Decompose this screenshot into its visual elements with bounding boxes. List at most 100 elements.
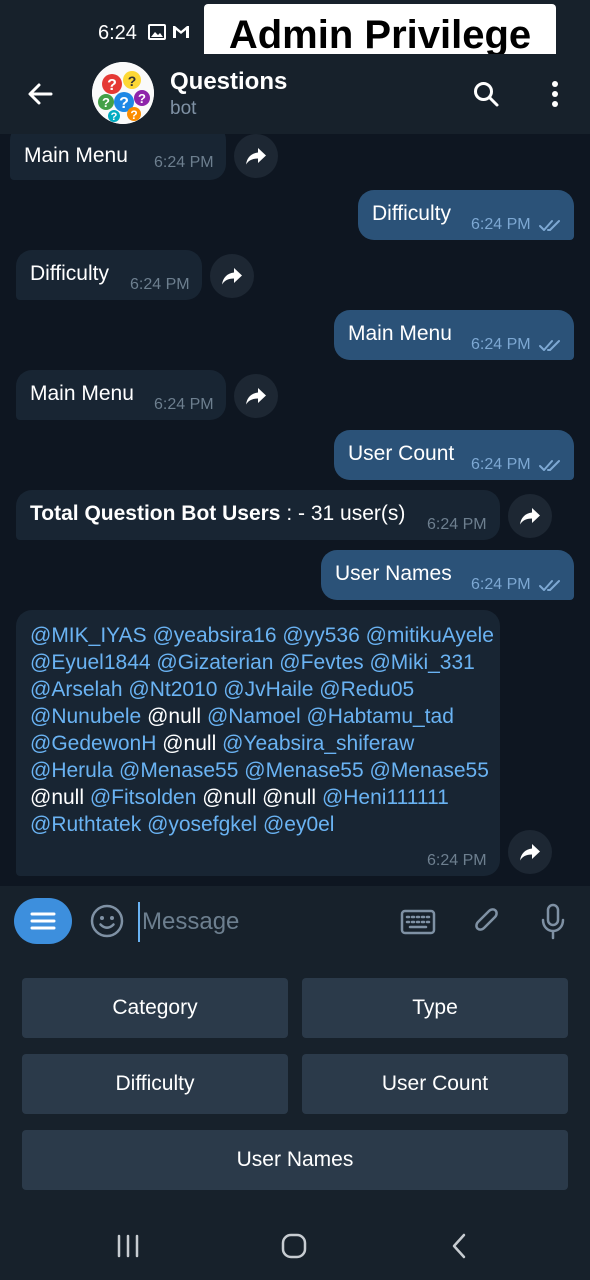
user-mention[interactable]: @Miki_331 (369, 651, 474, 674)
user-mention[interactable]: @Menase55 (119, 759, 238, 782)
message-time: 6:24 PM (471, 456, 531, 473)
user-mention[interactable]: @Menase55 (370, 759, 489, 782)
back-arrow-icon (28, 83, 53, 105)
message-time: 6:24 PM (130, 276, 190, 293)
user-mention[interactable]: @yosefgkel (147, 813, 257, 836)
svg-text:?: ? (102, 95, 110, 110)
svg-text:?: ? (130, 108, 137, 122)
user-mention[interactable]: @Namoel (207, 705, 301, 728)
user-names-button[interactable]: User Names (22, 1130, 568, 1190)
user-mention[interactable]: @Nt2010 (128, 678, 217, 701)
emoji-button[interactable] (88, 902, 126, 940)
home-icon (281, 1233, 307, 1259)
user-mention[interactable]: @MIK_IYAS (30, 624, 147, 647)
user-mention[interactable]: @ey0el (263, 813, 335, 836)
keyboard-icon (400, 909, 436, 935)
share-button[interactable] (234, 374, 278, 418)
voice-record-button[interactable] (534, 900, 572, 944)
message-time: 6:24 PM (471, 336, 531, 353)
paperclip-icon (475, 908, 498, 931)
share-icon (246, 148, 266, 165)
keyboard-button[interactable] (398, 904, 438, 940)
back-button[interactable] (22, 76, 58, 112)
double-check-icon (539, 220, 560, 231)
message-time: 6:24 PM (471, 576, 531, 593)
message-outgoing[interactable]: User Names 6:24 PM (321, 550, 574, 600)
user-mention[interactable]: @Yeabsira_shiferaw (222, 732, 414, 755)
message-time: 6:24 PM (154, 396, 214, 413)
message-incoming[interactable]: Total Question Bot Users : - 31 user(s) … (16, 490, 500, 540)
message-text: Difficulty (30, 262, 109, 285)
user-mention: @null (147, 705, 202, 728)
user-mention[interactable]: @Arselah (30, 678, 123, 701)
message-incoming[interactable]: Main Menu 6:24 PM (10, 134, 226, 180)
bot-avatar[interactable]: ? ? ? ? ? ? ? (92, 62, 154, 124)
user-mention[interactable]: @Eyuel1844 (30, 651, 151, 674)
user-mention[interactable]: @yy536 (282, 624, 359, 647)
chat-title[interactable]: Questions (170, 68, 287, 96)
back-chevron-icon (452, 1233, 466, 1259)
user-mention: @null (162, 732, 217, 755)
user-mention[interactable]: @yeabsira16 (152, 624, 276, 647)
more-button[interactable] (540, 76, 570, 112)
gmail-icon (172, 24, 190, 40)
user-count-button[interactable]: User Count (302, 1054, 568, 1114)
type-button[interactable]: Type (302, 978, 568, 1038)
search-icon (474, 82, 499, 107)
microphone-icon (541, 903, 565, 940)
user-mention[interactable]: @GedewonH (30, 732, 156, 755)
user-mention[interactable]: @Nunubele (30, 705, 141, 728)
message-list[interactable]: Main Menu 6:24 PM Difficulty 6:24 PM Dif… (0, 134, 590, 886)
svg-text:?: ? (111, 111, 118, 123)
status-time: 6:24 (98, 22, 137, 44)
message-outgoing[interactable]: User Count 6:24 PM (334, 430, 574, 480)
user-mention[interactable]: @Fitsolden (90, 786, 197, 809)
message-text: Main Menu (30, 382, 134, 405)
category-button[interactable]: Category (22, 978, 288, 1038)
share-button[interactable] (508, 830, 552, 874)
user-mention[interactable]: @Fevtes (279, 651, 363, 674)
message-outgoing[interactable]: Difficulty 6:24 PM (358, 190, 574, 240)
message-text: Total Question Bot Users : - 31 user(s) (30, 502, 405, 526)
share-icon (222, 268, 242, 285)
attach-button[interactable] (468, 902, 506, 942)
message-text: Main Menu (24, 144, 128, 167)
recent-apps-button[interactable] (108, 1226, 148, 1266)
user-mention[interactable]: @Gizaterian (156, 651, 273, 674)
message-text: User Names (335, 562, 452, 585)
bot-menu-button[interactable] (14, 898, 72, 944)
recent-apps-icon (117, 1234, 139, 1258)
share-button[interactable] (210, 254, 254, 298)
user-mention: @null (262, 786, 317, 809)
user-mention[interactable]: @Menase55 (244, 759, 363, 782)
message-input-bar (0, 886, 590, 958)
gallery-icon (148, 24, 166, 40)
message-text: Main Menu (348, 322, 452, 345)
chat-header: ? ? ? ? ? ? ? Questions bot (0, 54, 590, 134)
user-mention[interactable]: @JvHaile (223, 678, 313, 701)
user-mention[interactable]: @mitikuAyele (366, 624, 494, 647)
message-time: 6:24 PM (427, 516, 487, 533)
message-input[interactable] (138, 902, 378, 942)
message-bold-text: Total Question Bot Users (30, 502, 281, 525)
user-list-text: @MIK_IYAS @yeabsira16 @yy536 @mitikuAyel… (30, 622, 498, 838)
share-button[interactable] (508, 494, 552, 538)
menu-icon (30, 912, 56, 930)
home-button[interactable] (274, 1226, 314, 1266)
share-button[interactable] (234, 134, 278, 178)
back-nav-button[interactable] (440, 1226, 480, 1266)
message-incoming[interactable]: Main Menu 6:24 PM (16, 370, 226, 420)
message-incoming-user-list[interactable]: @MIK_IYAS @yeabsira16 @yy536 @mitikuAyel… (16, 610, 500, 876)
message-time: 6:24 PM (427, 852, 487, 869)
search-button[interactable] (468, 76, 504, 112)
user-mention[interactable]: @Herula (30, 759, 113, 782)
message-outgoing[interactable]: Main Menu 6:24 PM (334, 310, 574, 360)
more-vert-icon (552, 81, 558, 107)
user-mention[interactable]: @Redu05 (319, 678, 414, 701)
user-mention[interactable]: @Habtamu_tad (306, 705, 453, 728)
user-mention[interactable]: @Ruthtatek (30, 813, 141, 836)
message-incoming[interactable]: Difficulty 6:24 PM (16, 250, 202, 300)
difficulty-button[interactable]: Difficulty (22, 1054, 288, 1114)
system-nav-bar (0, 1210, 590, 1280)
user-mention[interactable]: @Heni111111 (322, 786, 449, 809)
